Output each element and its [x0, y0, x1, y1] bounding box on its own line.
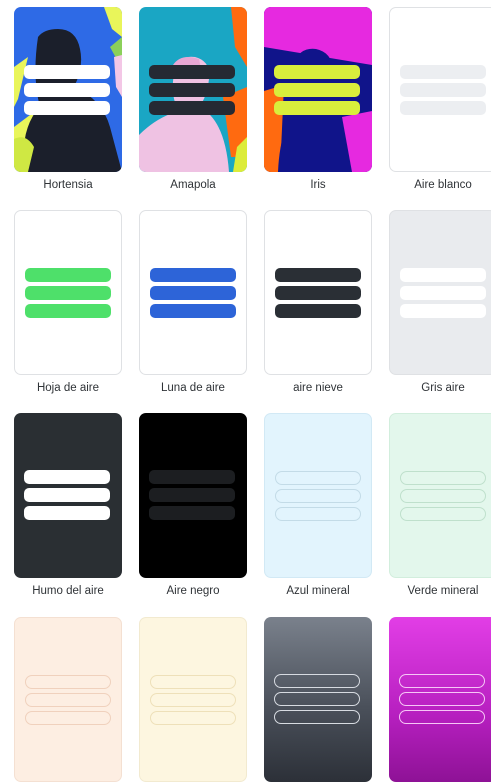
- theme-label: Gris aire: [421, 382, 465, 394]
- theme-label: Humo del aire: [32, 585, 104, 597]
- preview-bar: [149, 488, 235, 502]
- preview-bar: [275, 471, 361, 485]
- preview-bar: [150, 675, 236, 689]
- preview-bar: [400, 286, 486, 300]
- preview-bar: [400, 304, 486, 318]
- theme-preview-aire-nieve: [264, 210, 372, 375]
- theme-label: Hortensia: [43, 179, 93, 191]
- theme-preview-azul-mineral: [264, 413, 372, 578]
- preview-bar: [400, 489, 486, 503]
- preview-bar: [275, 268, 361, 282]
- preview-bar: [24, 101, 110, 115]
- preview-bar: [400, 101, 486, 115]
- theme-label: Aire blanco: [414, 179, 472, 191]
- preview-bar: [25, 711, 111, 725]
- preview-bar: [275, 304, 361, 318]
- preview-bar: [274, 101, 360, 115]
- theme-preview-amapola: [139, 7, 247, 172]
- preview-bar: [150, 286, 236, 300]
- theme-preview-humo-del-aire: [14, 413, 122, 578]
- preview-bar: [399, 692, 485, 706]
- preview-bar: [274, 692, 360, 706]
- theme-preview-hoja-de-aire: [14, 210, 122, 375]
- preview-bar: [24, 65, 110, 79]
- theme-preview-luna-de-aire: [139, 210, 247, 375]
- preview-bar: [400, 268, 486, 282]
- preview-bar: [275, 286, 361, 300]
- theme-label: Iris: [310, 179, 326, 191]
- preview-bar: [400, 65, 486, 79]
- theme-label: Amapola: [170, 179, 216, 191]
- theme-preview-magenta-gradient: [389, 617, 491, 782]
- preview-bar: [149, 83, 235, 97]
- preview-bar: [400, 471, 486, 485]
- preview-bar: [25, 268, 111, 282]
- preview-bar: [400, 507, 486, 521]
- preview-bar: [149, 506, 235, 520]
- preview-bar: [150, 304, 236, 318]
- preview-bar: [150, 268, 236, 282]
- preview-bar: [275, 507, 361, 521]
- preview-bar: [24, 83, 110, 97]
- theme-label: Verde mineral: [407, 585, 479, 597]
- theme-preview-slate-gradient: [264, 617, 372, 782]
- preview-bar: [150, 693, 236, 707]
- preview-bar: [149, 65, 235, 79]
- theme-label: Hoja de aire: [36, 382, 99, 394]
- preview-bar: [25, 693, 111, 707]
- preview-bar: [274, 710, 360, 724]
- preview-bar: [25, 286, 111, 300]
- preview-bar: [149, 101, 235, 115]
- theme-label: aire nieve: [293, 382, 343, 394]
- theme-preview-verde-mineral: [389, 413, 491, 578]
- preview-bar: [150, 711, 236, 725]
- preview-bar: [24, 506, 110, 520]
- preview-bar: [400, 83, 486, 97]
- preview-bar: [24, 470, 110, 484]
- theme-preview-aire-negro: [139, 413, 247, 578]
- preview-bar: [25, 675, 111, 689]
- preview-bar: [274, 674, 360, 688]
- theme-preview-hortensia: [14, 7, 122, 172]
- preview-bar: [24, 488, 110, 502]
- preview-bar: [275, 489, 361, 503]
- theme-label: Aire negro: [166, 585, 220, 597]
- preview-bar: [274, 83, 360, 97]
- theme-label: Azul mineral: [286, 585, 350, 597]
- theme-preview-cream: [139, 617, 247, 782]
- preview-bar: [274, 65, 360, 79]
- theme-label: Luna de aire: [161, 382, 225, 394]
- preview-bar: [149, 470, 235, 484]
- theme-preview-iris: [264, 7, 372, 172]
- preview-bar: [399, 674, 485, 688]
- theme-preview-gris-aire: [389, 210, 491, 375]
- preview-bar: [25, 304, 111, 318]
- theme-preview-aire-blanco: [389, 7, 491, 172]
- theme-preview-peach: [14, 617, 122, 782]
- preview-bar: [399, 710, 485, 724]
